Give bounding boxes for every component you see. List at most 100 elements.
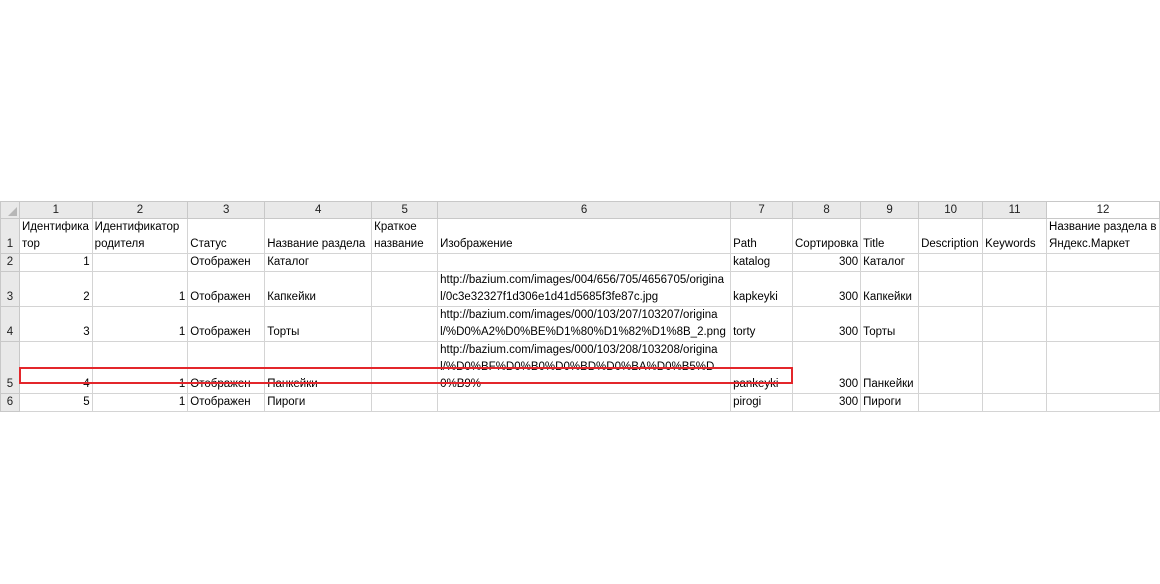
cell[interactable]: torty [730,306,793,342]
cell[interactable] [1046,253,1160,272]
cell[interactable]: 2 [18,271,93,307]
cell[interactable] [437,393,732,412]
cell[interactable]: 1 [18,253,93,272]
cell[interactable]: 300 [791,393,862,412]
table-row: 2 1 Отображен Каталог katalog 300 Катало… [0,253,1160,272]
table-row: 1 Идентификатор Идентификатор родителя С… [0,218,1160,254]
column-header[interactable]: 10 [918,201,984,219]
cell[interactable]: Отображен [187,306,266,342]
cell[interactable]: 300 [791,271,862,307]
cell[interactable]: 1 [91,306,189,342]
column-header-row: 1 2 3 4 5 6 7 8 9 10 11 12 [0,201,1160,219]
cell[interactable] [371,341,439,394]
row-header[interactable]: 3 [0,271,20,307]
table-row: 3 2 1 Отображен Капкейки http://bazium.c… [0,271,1160,307]
column-header[interactable]: 4 [264,201,373,219]
table-row: 6 5 1 Отображен Пироги pirogi 300 Пироги [0,393,1160,412]
cell[interactable]: Торты [264,306,373,342]
cell[interactable]: Каталог [264,253,373,272]
select-all-corner[interactable] [0,201,20,219]
cell[interactable] [1046,341,1160,394]
cell[interactable]: Название раздела в Яндекс.Маркет [1046,218,1160,254]
cell[interactable]: Статус [187,218,266,254]
cell[interactable]: Path [730,218,793,254]
column-header[interactable]: 3 [187,201,266,219]
column-header[interactable]: 11 [982,201,1048,219]
cell[interactable] [371,306,439,342]
cell[interactable]: 300 [791,253,862,272]
cell[interactable] [371,253,439,272]
cell[interactable] [918,306,984,342]
cell[interactable]: Отображен [187,393,266,412]
column-header[interactable]: 2 [91,201,189,219]
cell[interactable]: http://bazium.com/images/004/656/705/465… [437,271,732,307]
column-header[interactable]: 6 [437,201,732,219]
column-header[interactable]: 9 [860,201,920,219]
cell[interactable] [982,271,1048,307]
cell[interactable] [918,341,984,394]
row-header[interactable]: 2 [0,253,20,272]
cell[interactable]: http://bazium.com/images/000/103/208/103… [437,341,732,394]
row-header[interactable]: 4 [0,306,20,342]
cell[interactable] [918,253,984,272]
cell[interactable] [982,341,1048,394]
cell[interactable] [1046,271,1160,307]
cell[interactable]: Изображение [437,218,732,254]
cell[interactable]: Панкейки [264,341,373,394]
column-header[interactable]: 5 [371,201,439,219]
cell[interactable]: 1 [91,271,189,307]
table-row: 5 4 1 Отображен Панкейки http://bazium.c… [0,341,1160,394]
cell[interactable]: 300 [791,306,862,342]
cell[interactable] [91,253,189,272]
cell[interactable]: http://bazium.com/images/000/103/207/103… [437,306,732,342]
row-header[interactable]: 5 [0,341,20,394]
cell[interactable]: Капкейки [264,271,373,307]
cell[interactable] [918,271,984,307]
column-header[interactable]: 12 [1046,201,1160,219]
cell[interactable] [1046,306,1160,342]
cell[interactable]: Панкейки [860,341,920,394]
column-header[interactable]: 1 [18,201,93,219]
cell[interactable] [1046,393,1160,412]
cell[interactable]: 1 [91,393,189,412]
row-header[interactable]: 6 [0,393,20,412]
select-all-icon [7,207,17,216]
cell[interactable] [982,393,1048,412]
cell[interactable]: pankeyki [730,341,793,394]
cell[interactable] [918,393,984,412]
cell[interactable]: kapkeyki [730,271,793,307]
cell[interactable]: Title [860,218,920,254]
cell[interactable] [371,393,439,412]
column-header[interactable]: 7 [730,201,793,219]
cell[interactable]: katalog [730,253,793,272]
row-header[interactable]: 1 [0,218,20,254]
cell[interactable]: Пироги [264,393,373,412]
cell[interactable]: Название раздела [264,218,373,254]
cell[interactable]: Идентификатор [18,218,93,254]
column-header[interactable]: 8 [791,201,862,219]
cell[interactable]: Пироги [860,393,920,412]
cell[interactable]: Keywords [982,218,1048,254]
cell[interactable]: Отображен [187,253,266,272]
cell[interactable]: Отображен [187,341,266,394]
cell[interactable]: 300 [791,341,862,394]
cell[interactable]: Идентификатор родителя [91,218,189,254]
cell[interactable]: Отображен [187,271,266,307]
cell[interactable]: 3 [18,306,93,342]
cell[interactable]: 1 [91,341,189,394]
cell[interactable]: 5 [18,393,93,412]
cell[interactable]: Торты [860,306,920,342]
cell[interactable]: 4 [18,341,93,394]
cell[interactable]: Сортировка [791,218,862,254]
table-row: 4 3 1 Отображен Торты http://bazium.com/… [0,306,1160,342]
cell[interactable] [982,253,1048,272]
cell[interactable] [982,306,1048,342]
spreadsheet-grid[interactable]: 1 2 3 4 5 6 7 8 9 10 11 12 1 Идентификат… [0,201,1160,412]
cell[interactable] [437,253,732,272]
cell[interactable]: Капкейки [860,271,920,307]
cell[interactable]: pirogi [730,393,793,412]
cell[interactable]: Краткое название [371,218,439,254]
cell[interactable]: Каталог [860,253,920,272]
cell[interactable] [371,271,439,307]
cell[interactable]: Description [918,218,984,254]
